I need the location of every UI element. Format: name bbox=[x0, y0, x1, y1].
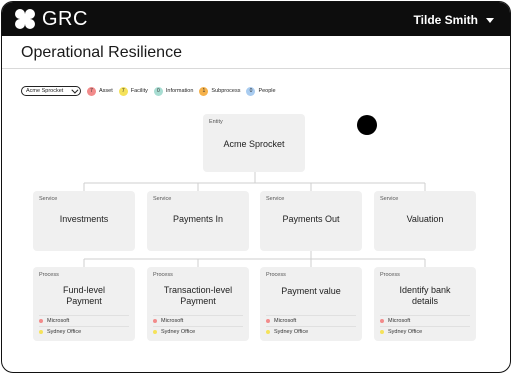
card-kind-label: Service bbox=[39, 196, 58, 202]
card-title: Identify bank details bbox=[374, 285, 476, 307]
cursor-dot bbox=[357, 115, 377, 135]
chevron-down-icon bbox=[71, 86, 79, 94]
facility-dot-icon bbox=[39, 330, 43, 334]
service-card-payments-out[interactable]: Service Payments Out bbox=[260, 191, 362, 251]
entity-select-value: Acme Sprocket bbox=[26, 88, 64, 94]
card-kind-label: Service bbox=[380, 196, 399, 202]
top-bar: GRC Tilde Smith bbox=[2, 2, 510, 36]
card-title: Payments Out bbox=[282, 214, 340, 224]
entity-card[interactable]: Entity Acme Sprocket bbox=[203, 114, 305, 172]
facility-label: Sydney Office bbox=[274, 329, 309, 335]
asset-label: Microsoft bbox=[47, 318, 70, 324]
card-title-line: Payment bbox=[66, 296, 102, 306]
legend-item-information[interactable]: 0 Information bbox=[153, 86, 194, 96]
facility-row[interactable]: Sydney Office bbox=[39, 326, 129, 337]
legend-count-badge: 7 bbox=[118, 86, 128, 96]
asset-label: Microsoft bbox=[274, 318, 297, 324]
process-card-identify-bank-details[interactable]: Process Identify bank details Microsoft … bbox=[374, 267, 476, 341]
facility-label: Sydney Office bbox=[161, 329, 196, 335]
legend: 7 Asset 7 Facility 0 Information 1 Subprocess 0 P… bbox=[87, 86, 282, 96]
legend-label: Asset bbox=[99, 88, 113, 94]
card-kind-label: Process bbox=[380, 272, 400, 278]
chevron-down-icon bbox=[486, 17, 494, 23]
card-title-line: Identify bank bbox=[399, 285, 451, 295]
process-assets: Microsoft Sydney Office bbox=[39, 315, 129, 337]
facility-label: Sydney Office bbox=[47, 329, 82, 335]
entity-select[interactable]: Acme Sprocket bbox=[21, 86, 81, 96]
card-kind-label: Service bbox=[153, 196, 172, 202]
card-title: Transaction-level Payment bbox=[147, 285, 249, 307]
card-title: Valuation bbox=[406, 214, 444, 224]
card-title-line: Transaction-level bbox=[163, 285, 233, 295]
app-window: GRC Tilde Smith Operational Resilience A… bbox=[1, 1, 511, 373]
divider bbox=[2, 68, 510, 69]
card-kind-label: Process bbox=[153, 272, 173, 278]
card-title: Payments In bbox=[172, 214, 224, 224]
asset-row[interactable]: Microsoft bbox=[266, 315, 356, 326]
card-title-line: Payment value bbox=[281, 286, 341, 296]
card-kind-label: Process bbox=[266, 272, 286, 278]
legend-item-facility[interactable]: 7 Facility bbox=[118, 86, 148, 96]
process-card-payment-value[interactable]: Process Payment value Microsoft Sydney O… bbox=[260, 267, 362, 341]
card-kind-label: Service bbox=[266, 196, 285, 202]
legend-count-badge: 1 bbox=[199, 86, 209, 96]
legend-item-asset[interactable]: 7 Asset bbox=[87, 86, 113, 96]
filter-bar: Acme Sprocket 7 Asset 7 Facility 0 Informatio… bbox=[21, 86, 282, 96]
process-card-transaction-level-payment[interactable]: Process Transaction-level Payment Micros… bbox=[147, 267, 249, 341]
logo[interactable]: GRC bbox=[14, 8, 88, 30]
asset-label: Microsoft bbox=[388, 318, 411, 324]
card-kind-label: Process bbox=[39, 272, 59, 278]
card-title: Investments bbox=[59, 214, 109, 224]
legend-label: Subprocess bbox=[211, 88, 241, 94]
logo-icon bbox=[15, 9, 35, 29]
facility-row[interactable]: Sydney Office bbox=[266, 326, 356, 337]
asset-dot-icon bbox=[39, 319, 43, 323]
facility-dot-icon bbox=[380, 330, 384, 334]
asset-row[interactable]: Microsoft bbox=[153, 315, 243, 326]
service-card-payments-in[interactable]: Service Payments In bbox=[147, 191, 249, 251]
legend-count-badge: 0 bbox=[246, 86, 256, 96]
legend-count-badge: 0 bbox=[153, 86, 163, 96]
legend-label: People bbox=[258, 88, 276, 94]
process-assets: Microsoft Sydney Office bbox=[380, 315, 470, 337]
facility-label: Sydney Office bbox=[388, 329, 423, 335]
asset-row[interactable]: Microsoft bbox=[39, 315, 129, 326]
facility-dot-icon bbox=[266, 330, 270, 334]
service-card-valuation[interactable]: Service Valuation bbox=[374, 191, 476, 251]
asset-row[interactable]: Microsoft bbox=[380, 315, 470, 326]
legend-item-people[interactable]: 0 People bbox=[246, 86, 276, 96]
legend-label: Facility bbox=[130, 88, 148, 94]
user-name: Tilde Smith bbox=[413, 13, 478, 27]
legend-count-badge: 7 bbox=[87, 86, 96, 96]
asset-dot-icon bbox=[380, 319, 384, 323]
card-kind-label: Entity bbox=[209, 119, 223, 125]
process-assets: Microsoft Sydney Office bbox=[266, 315, 356, 337]
service-card-investments[interactable]: Service Investments bbox=[33, 191, 135, 251]
facility-row[interactable]: Sydney Office bbox=[153, 326, 243, 337]
user-menu[interactable]: Tilde Smith bbox=[414, 13, 494, 27]
card-title: Payment value bbox=[260, 286, 362, 297]
page-title: Operational Resilience bbox=[21, 44, 182, 61]
card-title-line: Payment bbox=[180, 296, 216, 306]
asset-dot-icon bbox=[266, 319, 270, 323]
facility-row[interactable]: Sydney Office bbox=[380, 326, 470, 337]
card-title-line: Fund-level bbox=[62, 285, 106, 295]
process-card-fund-level-payment[interactable]: Process Fund-level Payment Microsoft Syd… bbox=[33, 267, 135, 341]
card-title-line: details bbox=[411, 296, 438, 306]
facility-dot-icon bbox=[153, 330, 157, 334]
process-assets: Microsoft Sydney Office bbox=[153, 315, 243, 337]
card-title: Acme Sprocket bbox=[223, 139, 285, 149]
card-title: Fund-level Payment bbox=[33, 285, 135, 307]
legend-label: Information bbox=[165, 88, 194, 94]
legend-item-subprocess[interactable]: 1 Subprocess bbox=[199, 86, 241, 96]
asset-label: Microsoft bbox=[161, 318, 184, 324]
logo-text: GRC bbox=[42, 8, 88, 30]
asset-dot-icon bbox=[153, 319, 157, 323]
